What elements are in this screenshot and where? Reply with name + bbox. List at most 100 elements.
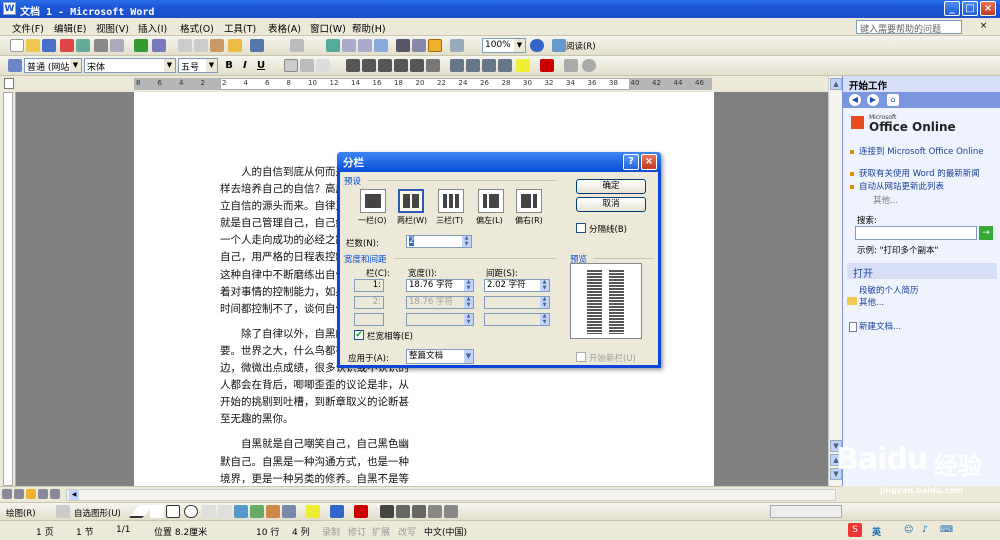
rectangle-icon[interactable] [166,505,180,518]
font-size-select[interactable]: 五号 ▼ [178,58,218,73]
print-icon[interactable] [94,39,108,52]
link-connect-online[interactable]: 连接到 Microsoft Office Online [859,147,994,157]
line-spacing-icon[interactable] [426,59,440,72]
menu-edit[interactable]: 编辑(E) [54,21,86,35]
menu-window[interactable]: 窗口(W) [310,21,346,35]
distributed-icon[interactable] [410,59,424,72]
permission-icon[interactable] [60,39,74,52]
menu-format[interactable]: 格式(O) [180,21,214,35]
hyperlink-icon[interactable] [326,39,340,52]
draw-menu[interactable]: 绘图(R) [6,507,36,519]
vertical-scrollbar[interactable]: ▲ ▼ ▲ ▼ [828,76,842,486]
increase-indent-icon[interactable] [498,59,512,72]
cancel-button[interactable]: 取消 [576,197,646,212]
outline-view-icon[interactable] [38,489,48,499]
num-columns-spinner[interactable]: 2 ▲ ▼ [406,235,472,248]
apply-to-select[interactable]: 整篇文档 ▼ [406,349,474,364]
font-select[interactable]: 宋体 ▼ [84,58,176,73]
paragraph-3[interactable]: 自黑就是自己嘲笑自己，自己黑色幽默自己。自黑是一种沟通方式，也是一种境界，更是一… [220,436,416,486]
document-map-icon[interactable] [428,39,442,52]
open-icon[interactable] [26,39,40,52]
copy-icon[interactable] [194,39,208,52]
print-layout-icon[interactable] [26,489,36,499]
picture-icon[interactable] [282,505,296,518]
menu-help[interactable]: 帮助(H) [352,21,386,35]
insert-excel-icon[interactable] [374,39,388,52]
new-document-link[interactable]: 新建文档... [859,322,901,332]
zoom-select[interactable]: 100% ▼ [482,38,526,53]
drawing-icon[interactable] [412,39,426,52]
menu-tools[interactable]: 工具(T) [224,21,256,35]
status-rec[interactable]: 录制 [322,525,340,538]
search-input[interactable] [855,226,977,240]
bold-button[interactable]: B [222,59,236,72]
underline-button[interactable]: U [254,59,268,72]
highlight-icon[interactable] [516,59,530,72]
insert-table-icon[interactable] [358,39,372,52]
styles-icon[interactable] [8,59,22,72]
justify-icon[interactable] [394,59,408,72]
web-view-icon[interactable] [14,489,24,499]
link-word-news[interactable]: 获取有关使用 Word 的最新新闻 [859,169,994,179]
italic-button[interactable]: I [238,59,252,72]
shadow-icon[interactable] [428,505,442,518]
doc-close-icon[interactable]: × [978,21,989,32]
enclose-char-icon[interactable] [582,59,596,72]
menu-table[interactable]: 表格(A) [268,21,301,35]
print-preview-icon[interactable] [110,39,124,52]
equal-width-checkbox[interactable]: ✔ [354,330,364,340]
home-icon[interactable]: ⌂ [887,94,899,106]
sogou-icon[interactable]: S [848,523,862,537]
autoshapes-menu[interactable]: 自选图形(U) [74,507,121,519]
bullets-icon[interactable] [466,59,480,72]
ime-mode[interactable]: 英 [872,525,881,538]
char-shading-icon[interactable] [300,59,314,72]
char-scale-icon[interactable] [316,59,330,72]
char-border-icon[interactable] [284,59,298,72]
new-icon[interactable] [10,39,24,52]
arrow-style-icon[interactable] [412,505,426,518]
tab-selector[interactable] [4,78,14,89]
cut-icon[interactable] [178,39,192,52]
align-center-icon[interactable] [362,59,376,72]
draw-font-color-icon[interactable] [354,505,368,518]
menu-insert[interactable]: 插入(I) [138,21,167,35]
phonetic-icon[interactable] [564,59,578,72]
save-icon[interactable] [42,39,56,52]
line-style-icon[interactable] [380,505,394,518]
row1-width-spinner[interactable]: 18.76 字符 ▲ ▼ [406,279,474,292]
select-objects-icon[interactable] [56,505,70,518]
spelling-icon[interactable] [134,39,148,52]
email-icon[interactable] [76,39,90,52]
forward-icon[interactable]: ▶ [867,94,879,106]
dialog-close-button[interactable]: × [641,154,657,170]
show-hide-icon[interactable] [450,39,464,52]
style-select[interactable]: 普通 (网站) ▼ [24,58,82,73]
close-button[interactable]: × [980,1,996,16]
back-icon[interactable]: ◀ [849,94,861,106]
mic-icon[interactable]: ♪ [922,525,928,535]
search-go-icon[interactable]: → [979,226,993,240]
diagram-icon[interactable] [250,505,264,518]
read-icon[interactable] [552,39,566,52]
align-left-icon[interactable] [346,59,360,72]
paste-icon[interactable] [210,39,224,52]
align-right-icon[interactable] [378,59,392,72]
horizontal-scrollbar[interactable]: ◀ [66,489,836,501]
format-painter-icon[interactable] [228,39,242,52]
dash-style-icon[interactable] [396,505,410,518]
minimize-button[interactable]: _ [944,1,960,16]
3d-icon[interactable] [444,505,458,518]
research-icon[interactable] [152,39,166,52]
recent-file-resume[interactable]: 段敏的个人简历 [859,286,919,296]
line-color-icon[interactable] [330,505,344,518]
horizontal-ruler[interactable]: 8 6 4 2 2 4 6 8 10 12 14 16 18 20 22 24 26 28 30 32 34 36 38 40… [0,76,842,92]
scroll-up-button[interactable]: ▲ [830,78,842,90]
menu-view[interactable]: 视图(V) [96,21,129,35]
reading-view-icon[interactable] [50,489,60,499]
link-auto-update[interactable]: 自动从网站更新此列表 [859,182,944,192]
separator-checkbox[interactable] [576,223,586,233]
status-ovr[interactable]: 改写 [398,525,416,538]
clipart-icon[interactable] [266,505,280,518]
fill-color-icon[interactable] [306,505,320,518]
